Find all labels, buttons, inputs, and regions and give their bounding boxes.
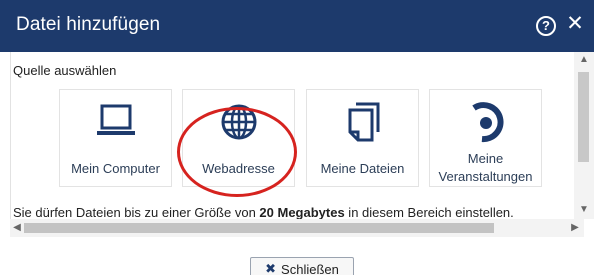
help-circle-icon[interactable]: ? [536,16,556,36]
vertical-scroll-thumb[interactable] [578,72,589,162]
info-prefix: Sie dürfen Dateien bis zu einer Größe vo… [13,205,260,220]
tile-web-address[interactable]: Webadresse [182,89,295,187]
dialog-title: Datei hinzufügen [16,14,161,35]
upload-size-info: Sie dürfen Dateien bis zu einer Größe vo… [13,205,514,220]
source-select-label: Quelle auswählen [13,63,117,78]
tile-my-files[interactable]: Meine Dateien [306,89,419,187]
courses-icon [471,102,504,143]
scroll-right-icon[interactable]: ▶ [568,219,582,237]
tile-my-courses[interactable]: Meine Veranstaltungen [429,89,542,187]
scroll-up-icon[interactable]: ▲ [574,54,594,65]
vertical-scrollbar[interactable]: ▲ ▼ [574,52,594,219]
close-button-label: Schließen [281,261,339,275]
documents-icon [348,102,379,142]
tile-label-line1: Meine [467,151,504,166]
scroll-down-icon[interactable]: ▼ [574,204,594,215]
laptop-icon [96,104,135,135]
globe-icon [221,104,256,140]
scroll-left-icon[interactable]: ◀ [10,219,24,237]
close-x-icon: ✖ [265,261,277,275]
dialog-titlebar: Datei hinzufügen ? ✕ [0,0,594,52]
close-icon[interactable]: ✕ [565,12,585,36]
tile-label: Webadresse [202,161,275,176]
dialog-content: Quelle auswählen Mein Computer Webadress… [10,52,584,237]
horizontal-scroll-thumb[interactable] [24,223,494,233]
tile-label: Mein Computer [71,161,160,176]
close-dialog-button[interactable]: ✖ Schließen [250,257,354,275]
tile-my-computer[interactable]: Mein Computer [59,89,172,187]
info-suffix: in diesem Bereich einstellen. [344,205,514,220]
info-size: 20 Megabytes [259,205,345,220]
tile-label: Meine Dateien [320,161,405,176]
file-add-dialog: Datei hinzufügen ? ✕ Quelle auswählen Me… [0,0,594,275]
horizontal-scrollbar[interactable]: ◀ ▶ [10,219,584,237]
tile-label-line2: Veranstaltungen [438,169,533,184]
